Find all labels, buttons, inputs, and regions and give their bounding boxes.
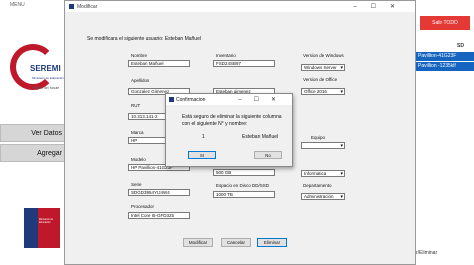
confirmation-dialog: Confirmacion –☐✕ Está seguro de eliminar… xyxy=(165,93,293,167)
window-controls[interactable]: –☐✕ xyxy=(353,3,409,10)
informatica-select[interactable]: Informatica xyxy=(301,170,345,177)
apellidos-label: Apellidos xyxy=(131,78,150,83)
serie-field[interactable]: SDGD3954YIJ4W4 xyxy=(128,189,190,196)
dialog-number: 1 xyxy=(202,134,205,140)
grid-row[interactable]: Pavillion-41G23F xyxy=(416,52,474,61)
grid-header-cell: SD xyxy=(455,42,474,51)
version-office-select[interactable]: Office 2016 xyxy=(301,88,345,95)
background-title: MENU xyxy=(10,2,25,8)
background-sidebar: SEREMI Ministerio de Educación Región de… xyxy=(0,10,66,265)
procesador-label: Procesador xyxy=(131,204,155,209)
eliminar-link[interactable]: r/Eliminar xyxy=(416,250,437,256)
logo-word: SEREMI xyxy=(30,64,61,73)
modify-user: Esteban Mañuel xyxy=(164,36,201,42)
inventario-label: Inventario xyxy=(216,53,236,58)
government-logo: Ministerio de Educación xyxy=(24,208,60,248)
version-windows-select[interactable]: Windows Server xyxy=(301,64,345,71)
logo-sub: Ministerio de Educación xyxy=(32,76,64,80)
logo-region: Región del Maule xyxy=(32,86,60,90)
dialog-title: Confirmacion xyxy=(176,97,206,103)
rut-label: RUT xyxy=(131,103,141,108)
procesador-field[interactable]: Intel Core I5-GFD325 xyxy=(128,212,190,219)
dialog-titlebar: Confirmacion –☐✕ xyxy=(166,94,292,105)
modelo-label: Modelo xyxy=(131,157,146,162)
version-windows-label: Version de Windows xyxy=(303,53,344,58)
salir-todo-button[interactable]: Salir TODO xyxy=(420,16,470,30)
inventario-field[interactable]: FSD24SB97 xyxy=(213,60,275,67)
version-office-label: Version de Office xyxy=(303,77,338,82)
departamento-label: Departamento xyxy=(303,183,332,188)
eliminar-button[interactable]: Eliminar xyxy=(257,238,287,247)
no-button[interactable]: No xyxy=(254,151,282,159)
ram-field[interactable]: 500 GB xyxy=(213,169,275,176)
modificar-title: Modificar xyxy=(77,4,98,10)
app-icon xyxy=(69,4,74,9)
serie-label: Serie xyxy=(131,182,142,187)
dialog-message: Está seguro de eliminar la siguiente col… xyxy=(182,114,282,127)
equipo-label: Equipo xyxy=(311,135,326,140)
marca-label: Marca xyxy=(131,130,144,135)
dialog-name: Esteban Mañuel xyxy=(242,134,279,140)
dialog-window-controls[interactable]: –☐✕ xyxy=(238,96,288,103)
agregar-button[interactable]: Agregar xyxy=(0,144,66,162)
espacio-label: Espacio en Disco DD/SSD xyxy=(216,183,270,188)
dialog-app-icon xyxy=(169,97,174,102)
equipo-select[interactable] xyxy=(301,142,345,149)
cancelar-button[interactable]: Cancelar xyxy=(221,238,251,247)
modificar-titlebar: Modificar –☐✕ xyxy=(65,1,415,12)
nombre-field[interactable]: Esteban Mañuel xyxy=(128,60,190,67)
modificar-button[interactable]: Modificar xyxy=(183,238,213,247)
yes-button[interactable]: SI xyxy=(188,151,216,159)
departamento-select[interactable]: Administración xyxy=(301,193,345,200)
nombre-label: Nombre xyxy=(131,53,148,58)
modify-message: Se modificara el siguiente usuario: Este… xyxy=(87,36,201,42)
espacio-field[interactable]: 1000 TB xyxy=(213,191,275,198)
grid-row[interactable]: Pavillion -1235klf xyxy=(416,62,474,71)
gov-logo-text: Ministerio de Educación xyxy=(39,218,54,224)
seremi-logo: SEREMI Ministerio de Educación Región de… xyxy=(10,44,70,92)
ver-datos-button[interactable]: Ver Datos xyxy=(0,124,66,142)
